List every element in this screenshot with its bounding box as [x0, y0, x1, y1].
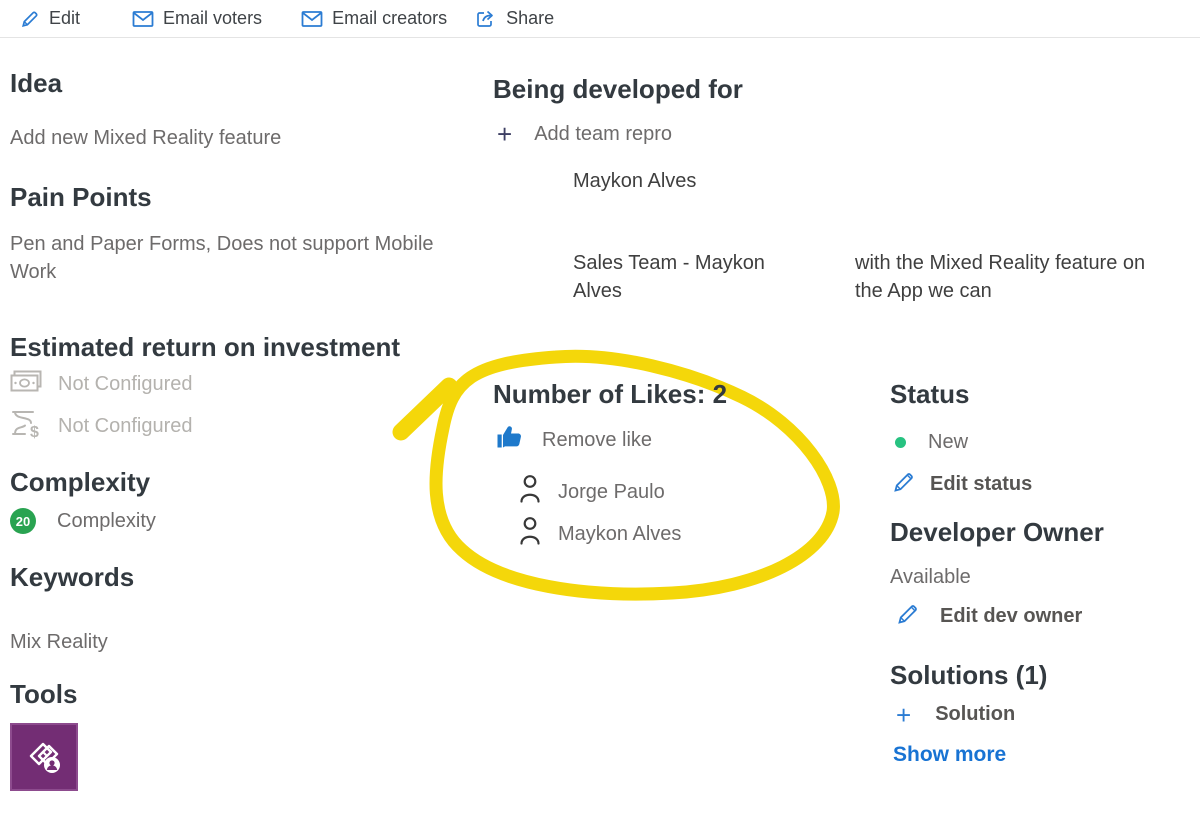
idea-heading: Idea — [10, 68, 62, 99]
edit-button-label: Edit — [49, 8, 80, 29]
idea-detail-page: Edit Email voters Email creators Share I… — [0, 0, 1200, 830]
pencil-icon — [896, 602, 920, 631]
keywords-text: Mix Reality — [10, 628, 108, 656]
roi-heading: Estimated return on investment — [10, 332, 400, 363]
developed-for-note: with the Mixed Reality feature on the Ap… — [855, 249, 1155, 305]
developed-for-entry: Maykon Alves — [573, 167, 696, 195]
pencil-icon — [20, 9, 40, 29]
being-developed-for-heading: Being developed for — [493, 74, 743, 105]
command-toolbar: Edit Email voters Email creators Share — [0, 0, 1200, 38]
status-dot-icon — [895, 437, 906, 448]
status-value: New — [928, 428, 968, 456]
complexity-heading: Complexity — [10, 467, 150, 498]
developer-owner-value: Available — [890, 563, 971, 591]
share-button-label: Share — [506, 8, 554, 29]
add-solution-label: Solution — [935, 703, 1015, 726]
roi-money-row: Not Configured — [10, 370, 193, 399]
email-voters-label: Email voters — [163, 8, 262, 29]
plus-icon: + — [896, 704, 911, 726]
pain-points-text: Pen and Paper Forms, Does not support Mo… — [10, 230, 455, 286]
plus-icon: + — [497, 123, 512, 145]
like-user-name: Jorge Paulo — [558, 478, 665, 506]
edit-button[interactable]: Edit — [20, 8, 80, 29]
edit-status-button[interactable]: Edit status — [892, 470, 1032, 499]
complexity-label: Complexity — [57, 507, 156, 535]
keywords-heading: Keywords — [10, 562, 134, 593]
mail-icon — [132, 10, 154, 28]
pencil-icon — [892, 470, 916, 499]
developer-owner-heading: Developer Owner — [890, 517, 1104, 548]
solutions-heading: Solutions (1) — [890, 660, 1047, 691]
share-icon — [475, 9, 497, 29]
person-icon — [518, 516, 542, 551]
roi-time-row: $ Not Configured — [10, 409, 193, 444]
remove-like-label: Remove like — [542, 426, 652, 454]
show-more-link[interactable]: Show more — [893, 743, 1006, 767]
number-of-likes-heading: Number of Likes: 2 — [493, 379, 727, 410]
remove-like-button[interactable]: Remove like — [496, 424, 652, 455]
mixed-reality-app-icon[interactable] — [10, 723, 78, 791]
mail-icon — [301, 10, 323, 28]
money-icon — [10, 370, 42, 399]
like-user-row: Jorge Paulo — [518, 474, 665, 509]
email-creators-label: Email creators — [332, 8, 447, 29]
complexity-score-badge: 20 — [10, 508, 36, 534]
add-team-repro-label: Add team repro — [534, 120, 672, 148]
pain-points-heading: Pain Points — [10, 182, 152, 213]
like-user-row: Maykon Alves — [518, 516, 681, 551]
roi-time-value: Not Configured — [58, 415, 193, 438]
like-user-name: Maykon Alves — [558, 520, 681, 548]
share-button[interactable]: Share — [475, 8, 554, 29]
person-icon — [518, 474, 542, 509]
add-solution-button[interactable]: + Solution — [896, 703, 1015, 726]
email-creators-button[interactable]: Email creators — [301, 8, 447, 29]
developed-for-entry: Sales Team - Maykon Alves — [573, 249, 808, 305]
edit-dev-owner-button[interactable]: Edit dev owner — [896, 602, 1082, 631]
roi-money-value: Not Configured — [58, 373, 193, 396]
email-voters-button[interactable]: Email voters — [132, 8, 262, 29]
status-heading: Status — [890, 379, 969, 410]
thumbs-up-icon — [496, 424, 524, 455]
tools-heading: Tools — [10, 679, 77, 710]
idea-text: Add new Mixed Reality feature — [10, 124, 281, 152]
status-value-row: New — [895, 428, 968, 456]
edit-status-label: Edit status — [930, 473, 1032, 496]
add-team-repro-link[interactable]: + Add team repro — [497, 120, 672, 148]
edit-dev-owner-label: Edit dev owner — [940, 605, 1082, 628]
svg-text:$: $ — [30, 424, 39, 439]
hourglass-dollar-icon: $ — [10, 409, 42, 444]
complexity-row: 20 Complexity — [10, 507, 156, 535]
